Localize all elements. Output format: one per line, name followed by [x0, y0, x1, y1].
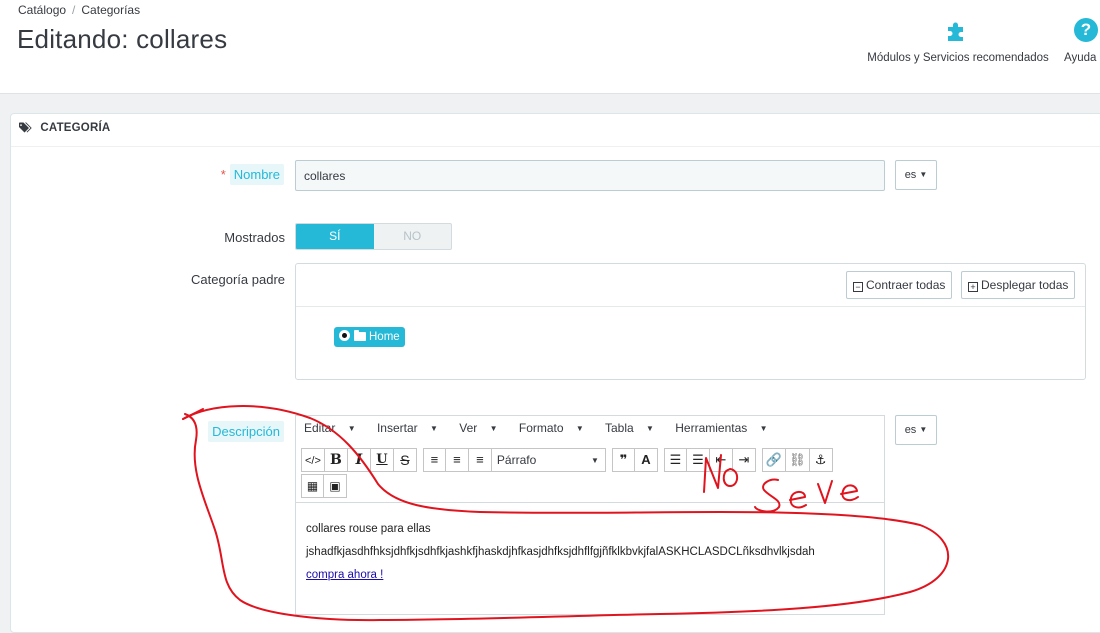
text-color-button[interactable]: A — [634, 448, 658, 472]
blockquote-button[interactable]: ❞ — [611, 448, 635, 472]
help-button[interactable]: ? Ayuda — [1064, 18, 1100, 64]
menu-edit[interactable]: Editar ▼ — [304, 421, 365, 435]
collapse-all-label: Contraer todas — [866, 278, 946, 292]
recommended-modules-label: Módulos y Servicios recomendados — [867, 52, 1049, 64]
outdent-icon: ⇤ — [715, 452, 727, 467]
editor-toolbar-row-2: ▦ ▣ — [301, 474, 347, 500]
anchor-button[interactable]: ⚓ — [809, 448, 833, 472]
description-lang-dropdown[interactable]: es ▼ — [895, 415, 937, 445]
numbered-list-icon: ☰ — [692, 452, 704, 467]
displayed-label: Mostrados — [224, 230, 285, 245]
insert-link-button[interactable]: 🔗 — [761, 448, 787, 472]
italic-icon: I — [355, 452, 363, 468]
parent-category-label: Categoría padre — [191, 272, 285, 287]
anchor-icon: ⚓ — [814, 452, 827, 467]
name-input[interactable]: collares — [295, 160, 885, 191]
numbered-list-button[interactable]: ☰ — [686, 448, 710, 472]
quote-icon: ❞ — [619, 452, 628, 467]
recommended-modules-button[interactable]: Módulos y Servicios recomendados — [860, 18, 1056, 64]
expand-all-button[interactable]: + Desplegar todas — [961, 271, 1076, 299]
text-color-icon: A — [641, 452, 651, 467]
block-format-select[interactable]: Párrafo ▼ — [491, 448, 606, 472]
align-right-button[interactable]: ≡ — [468, 448, 492, 472]
category-tree: − Contraer todas + Desplegar todas Home — [295, 263, 1086, 380]
bold-button[interactable]: B — [324, 448, 348, 472]
insert-video-button[interactable]: ▦ — [301, 474, 324, 498]
editor-toolbar-row-1: </> B I U S ≡ ≡ ≡ Párrafo ▼ ❞ A ☰ ☰ ⇤ ⇥ … — [301, 448, 833, 474]
required-mark: * — [220, 167, 226, 182]
indent-icon: ⇥ — [738, 452, 750, 467]
description-lang-label: es — [904, 424, 917, 436]
block-format-value: Párrafo — [496, 453, 537, 467]
chevron-down-icon: ▼ — [919, 170, 928, 179]
breadcrumb-separator: / — [72, 3, 76, 17]
link-icon: 🔗 — [765, 452, 783, 467]
expand-all-label: Desplegar todas — [981, 278, 1069, 292]
indent-button[interactable]: ⇥ — [732, 448, 756, 472]
bullet-list-icon: ☰ — [669, 452, 682, 467]
menu-table[interactable]: Tabla ▼ — [605, 421, 663, 435]
breadcrumb: Catálogo / Categorías — [18, 3, 140, 17]
name-lang-dropdown[interactable]: es ▼ — [895, 160, 937, 190]
tag-icon — [19, 122, 32, 133]
strikethrough-button[interactable]: S — [393, 448, 417, 472]
source-code-button[interactable]: </> — [301, 448, 325, 472]
align-right-icon: ≡ — [476, 452, 484, 467]
align-left-button[interactable]: ≡ — [422, 448, 446, 472]
underline-icon: U — [376, 452, 388, 467]
insert-image-button[interactable]: ▣ — [324, 474, 347, 498]
unlink-icon: ⛓ — [789, 452, 806, 467]
editor-content-area[interactable]: collares rouse para ellas jshadfkjasdhfh… — [296, 502, 884, 614]
panel-heading: CATEGORÍA — [11, 114, 1100, 147]
code-icon: </> — [305, 455, 321, 467]
description-editor: Editar ▼ Insertar ▼ Ver ▼ Formato ▼ Tabl… — [295, 415, 885, 615]
folder-icon — [354, 330, 366, 341]
menu-view[interactable]: Ver ▼ — [459, 421, 506, 435]
align-center-icon: ≡ — [453, 452, 461, 467]
bold-icon: B — [329, 452, 342, 468]
tree-node-home[interactable]: Home — [334, 327, 405, 347]
bullet-list-button[interactable]: ☰ — [663, 448, 687, 472]
remove-link-button[interactable]: ⛓ — [786, 448, 810, 472]
question-circle-icon: ? — [1074, 18, 1098, 42]
tree-node-home-label: Home — [369, 331, 400, 343]
displayed-switch[interactable]: SÍ NO — [295, 223, 452, 250]
name-label: * Nombre — [160, 164, 284, 185]
image-icon: ▣ — [329, 479, 341, 493]
content-line-1: collares rouse para ellas — [306, 523, 431, 535]
breadcrumb-catalog[interactable]: Catálogo — [18, 3, 66, 17]
plus-square-icon: + — [968, 282, 978, 292]
collapse-all-button[interactable]: − Contraer todas — [846, 271, 953, 299]
align-left-icon: ≡ — [430, 452, 439, 467]
radio-selected-icon[interactable] — [339, 330, 350, 341]
page-header: Catálogo / Categorías Editando: collares M… — [0, 0, 1100, 94]
italic-button[interactable]: I — [347, 448, 371, 472]
tree-toolbar: − Contraer todas + Desplegar todas — [296, 264, 1085, 307]
breadcrumb-categories[interactable]: Categorías — [81, 3, 140, 17]
minus-square-icon: − — [853, 282, 863, 292]
menu-tools[interactable]: Herramientas ▼ — [675, 421, 776, 435]
strikethrough-icon: S — [400, 452, 410, 468]
outdent-button[interactable]: ⇤ — [709, 448, 733, 472]
displayed-yes-option[interactable]: SÍ — [296, 224, 374, 249]
page-title: Editando: collares — [17, 24, 228, 54]
chevron-down-icon: ▼ — [590, 456, 599, 465]
film-icon: ▦ — [306, 479, 319, 493]
panel-heading-text: CATEGORÍA — [40, 122, 111, 134]
puzzle-icon — [948, 22, 963, 41]
name-lang-label: es — [904, 169, 917, 181]
content-line-2: jshadfkjasdhfhksjdhfkjsdhfkjashkfjhaskdj… — [306, 546, 815, 558]
displayed-no-option[interactable]: NO — [374, 224, 452, 249]
menu-format[interactable]: Formato ▼ — [519, 421, 593, 435]
description-label: Descripción — [190, 421, 284, 442]
chevron-down-icon: ▼ — [919, 425, 928, 434]
content-link[interactable]: compra ahora ! — [306, 569, 383, 581]
menu-insert[interactable]: Insertar ▼ — [377, 421, 447, 435]
underline-button[interactable]: U — [370, 448, 394, 472]
name-label-text: Nombre — [229, 164, 284, 185]
help-label: Ayuda — [1064, 52, 1097, 64]
description-label-text: Descripción — [208, 421, 284, 442]
editor-menubar: Editar ▼ Insertar ▼ Ver ▼ Formato ▼ Tabl… — [296, 416, 884, 442]
align-center-button[interactable]: ≡ — [445, 448, 469, 472]
